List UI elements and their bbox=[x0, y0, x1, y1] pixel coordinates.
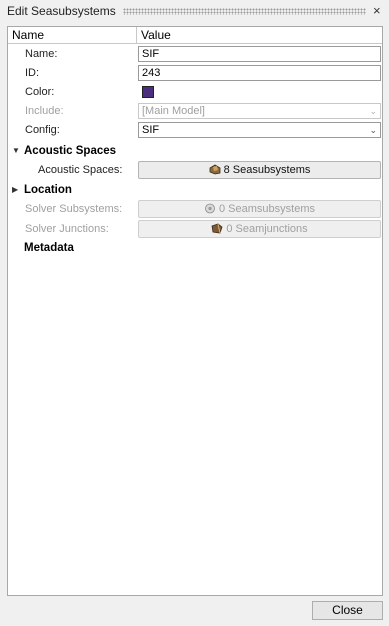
property-panel: Name Value Name: SIF ID: 243 Color: Incl… bbox=[7, 26, 383, 596]
name-label: Name: bbox=[25, 48, 58, 60]
section-label-acoustic: Acoustic Spaces bbox=[24, 145, 117, 157]
chevron-down-icon[interactable]: ⌄ bbox=[369, 123, 377, 137]
collapse-triangle-icon[interactable]: ▼ bbox=[12, 146, 20, 155]
title-bar[interactable]: Edit Seasubsystems × bbox=[0, 0, 389, 22]
column-header-name[interactable]: Name bbox=[12, 28, 44, 42]
section-label-metadata: Metadata bbox=[24, 242, 74, 254]
window-title: Edit Seasubsystems bbox=[7, 4, 116, 18]
color-swatch[interactable] bbox=[142, 86, 154, 98]
seamjunction-icon bbox=[211, 223, 223, 234]
acoustic-spaces-label: Acoustic Spaces: bbox=[38, 164, 123, 176]
drag-grip[interactable] bbox=[123, 8, 366, 15]
solver-subsystems-button: 0 Seamsubsystems bbox=[138, 200, 381, 218]
solver-subsystems-label: Solver Subsystems: bbox=[25, 203, 123, 215]
column-divider[interactable] bbox=[136, 27, 137, 44]
name-row: Name: SIF bbox=[8, 45, 382, 64]
id-label: ID: bbox=[25, 67, 40, 79]
include-select: [Main Model] ⌄ bbox=[138, 103, 381, 119]
include-row: Include: [Main Model] ⌄ bbox=[8, 102, 382, 121]
include-label: Include: bbox=[25, 105, 64, 117]
id-field[interactable]: 243 bbox=[138, 65, 381, 81]
column-header-value[interactable]: Value bbox=[141, 28, 171, 42]
solver-subsystems-row: Solver Subsystems: 0 Seamsubsystems bbox=[8, 200, 382, 219]
solver-junctions-button-label: 0 Seamjunctions bbox=[226, 223, 308, 235]
id-row: ID: 243 bbox=[8, 64, 382, 83]
acoustic-spaces-button[interactable]: 8 Seasubsystems bbox=[138, 161, 381, 179]
expand-triangle-icon[interactable]: ▶ bbox=[12, 185, 18, 194]
seamsubsystem-icon bbox=[205, 203, 215, 214]
metadata-section[interactable]: Metadata bbox=[8, 239, 382, 258]
color-label: Color: bbox=[25, 86, 55, 98]
name-field[interactable]: SIF bbox=[138, 46, 381, 62]
config-value: SIF bbox=[142, 124, 160, 136]
location-section[interactable]: ▶ Location bbox=[8, 181, 382, 200]
solver-subsystems-button-label: 0 Seamsubsystems bbox=[219, 203, 315, 215]
solver-junctions-button: 0 Seamjunctions bbox=[138, 220, 381, 238]
acoustic-spaces-section[interactable]: ▼ Acoustic Spaces bbox=[8, 142, 382, 161]
close-button[interactable]: Close bbox=[312, 601, 383, 620]
color-row: Color: bbox=[8, 83, 382, 102]
section-label-location: Location bbox=[24, 184, 72, 196]
config-label: Config: bbox=[25, 124, 60, 136]
close-icon[interactable]: × bbox=[373, 3, 381, 18]
table-header: Name Value bbox=[8, 27, 382, 44]
seasubsystem-icon bbox=[209, 164, 220, 175]
config-select[interactable]: SIF ⌄ bbox=[138, 122, 381, 138]
solver-junctions-label: Solver Junctions: bbox=[25, 223, 109, 235]
solver-junctions-row: Solver Junctions: 0 Seamjunctions bbox=[8, 220, 382, 239]
config-row: Config: SIF ⌄ bbox=[8, 121, 382, 140]
include-value: [Main Model] bbox=[142, 105, 205, 117]
acoustic-spaces-button-label: 8 Seasubsystems bbox=[223, 164, 311, 176]
chevron-down-icon: ⌄ bbox=[369, 106, 377, 116]
acoustic-spaces-row: Acoustic Spaces: 8 Seasubsystems bbox=[8, 161, 382, 180]
